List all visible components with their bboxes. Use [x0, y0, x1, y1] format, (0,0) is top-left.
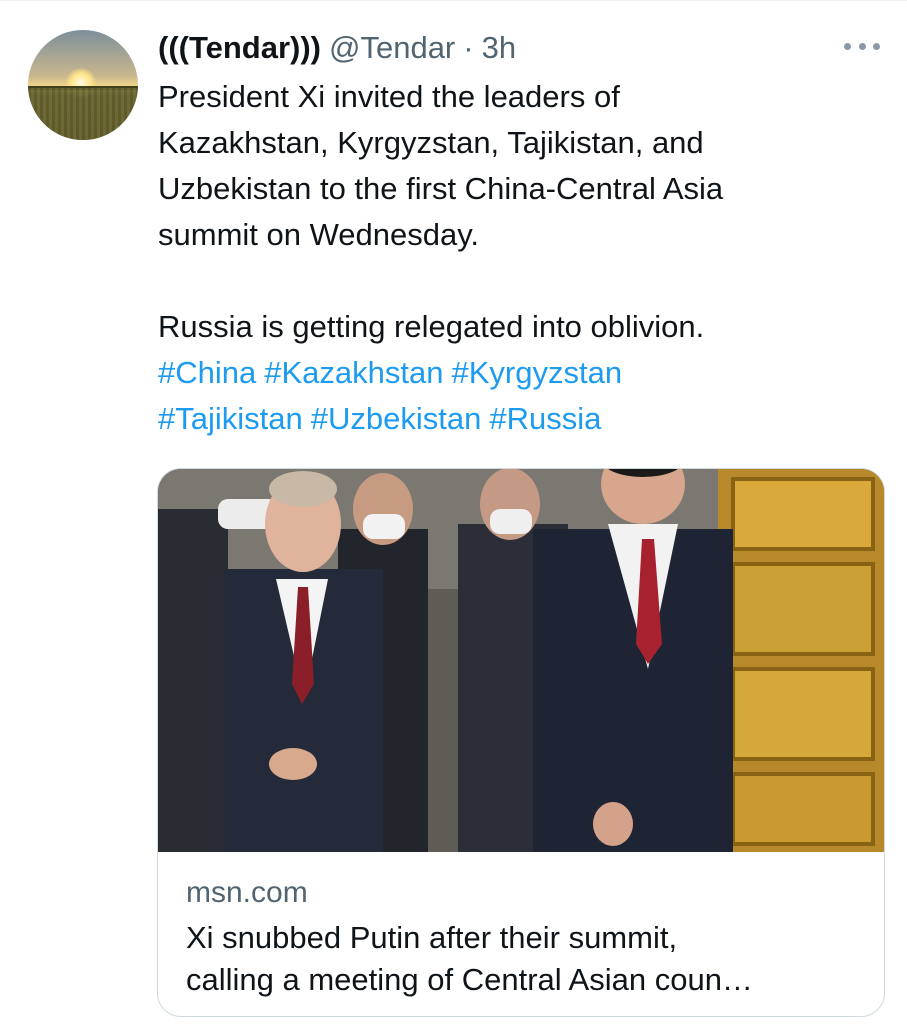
hashtag-link[interactable]: #Kazakhstan	[264, 355, 443, 390]
hashtags: #China #Kazakhstan #Kyrgyzstan #Tajikistan…	[158, 350, 858, 442]
tweet-text-line: summit on Wednesday.	[158, 217, 480, 252]
gold-panel	[731, 667, 875, 761]
hashtag-link[interactable]: #China	[158, 355, 256, 390]
tweet-text-line: President Xi invited the leaders of	[158, 79, 620, 114]
avatar[interactable]	[28, 30, 138, 140]
hashtag-link[interactable]: #Tajikistan	[158, 401, 303, 436]
separator-dot: ·	[463, 30, 474, 65]
tweet-text-line: Uzbekistan to the first China-Central As…	[158, 171, 724, 206]
tweet-header: (((Tendar))) @Tendar · 3h	[158, 28, 516, 68]
avatar-field	[28, 88, 138, 140]
card-photo-illustration	[158, 469, 884, 852]
card-image[interactable]	[158, 469, 884, 852]
card-headline: Xi snubbed Putin after their summit, cal…	[186, 917, 866, 1001]
hashtag-link[interactable]: #Kyrgyzstan	[451, 355, 622, 390]
hashtag-link[interactable]: #Russia	[489, 401, 601, 436]
more-options-icon[interactable]	[840, 34, 884, 58]
gold-panel	[731, 477, 875, 551]
card-headline-line: calling a meeting of Central Asian coun…	[186, 962, 753, 997]
hashtag-link[interactable]: #Uzbekistan	[311, 401, 482, 436]
card-headline-line: Xi snubbed Putin after their summit,	[186, 920, 678, 955]
display-name[interactable]: (((Tendar)))	[158, 30, 321, 66]
link-card[interactable]: msn.com Xi snubbed Putin after their sum…	[157, 468, 885, 1017]
tweet-text-line: Kazakhstan, Kyrgyzstan, Tajikistan, and	[158, 125, 704, 160]
tweet-text-line-2: Russia is getting relegated into oblivio…	[158, 309, 705, 344]
card-domain: msn.com	[186, 876, 308, 909]
more-dot	[858, 42, 866, 50]
gold-panel	[731, 772, 875, 846]
more-dot	[873, 42, 880, 50]
hand	[269, 748, 317, 780]
face-mask	[363, 514, 405, 539]
tweet-text: President Xi invited the leaders of Kaza…	[158, 74, 858, 442]
person-background	[158, 509, 228, 852]
gold-panel	[731, 562, 875, 656]
tweet-time[interactable]: 3h	[482, 30, 516, 66]
hair	[269, 471, 337, 507]
hand	[593, 802, 633, 846]
user-handle[interactable]: @Tendar	[329, 30, 455, 66]
top-divider	[0, 0, 907, 1]
card-meta: msn.com Xi snubbed Putin after their sum…	[186, 873, 866, 1001]
face-mask	[490, 509, 532, 534]
more-dot	[844, 42, 851, 50]
